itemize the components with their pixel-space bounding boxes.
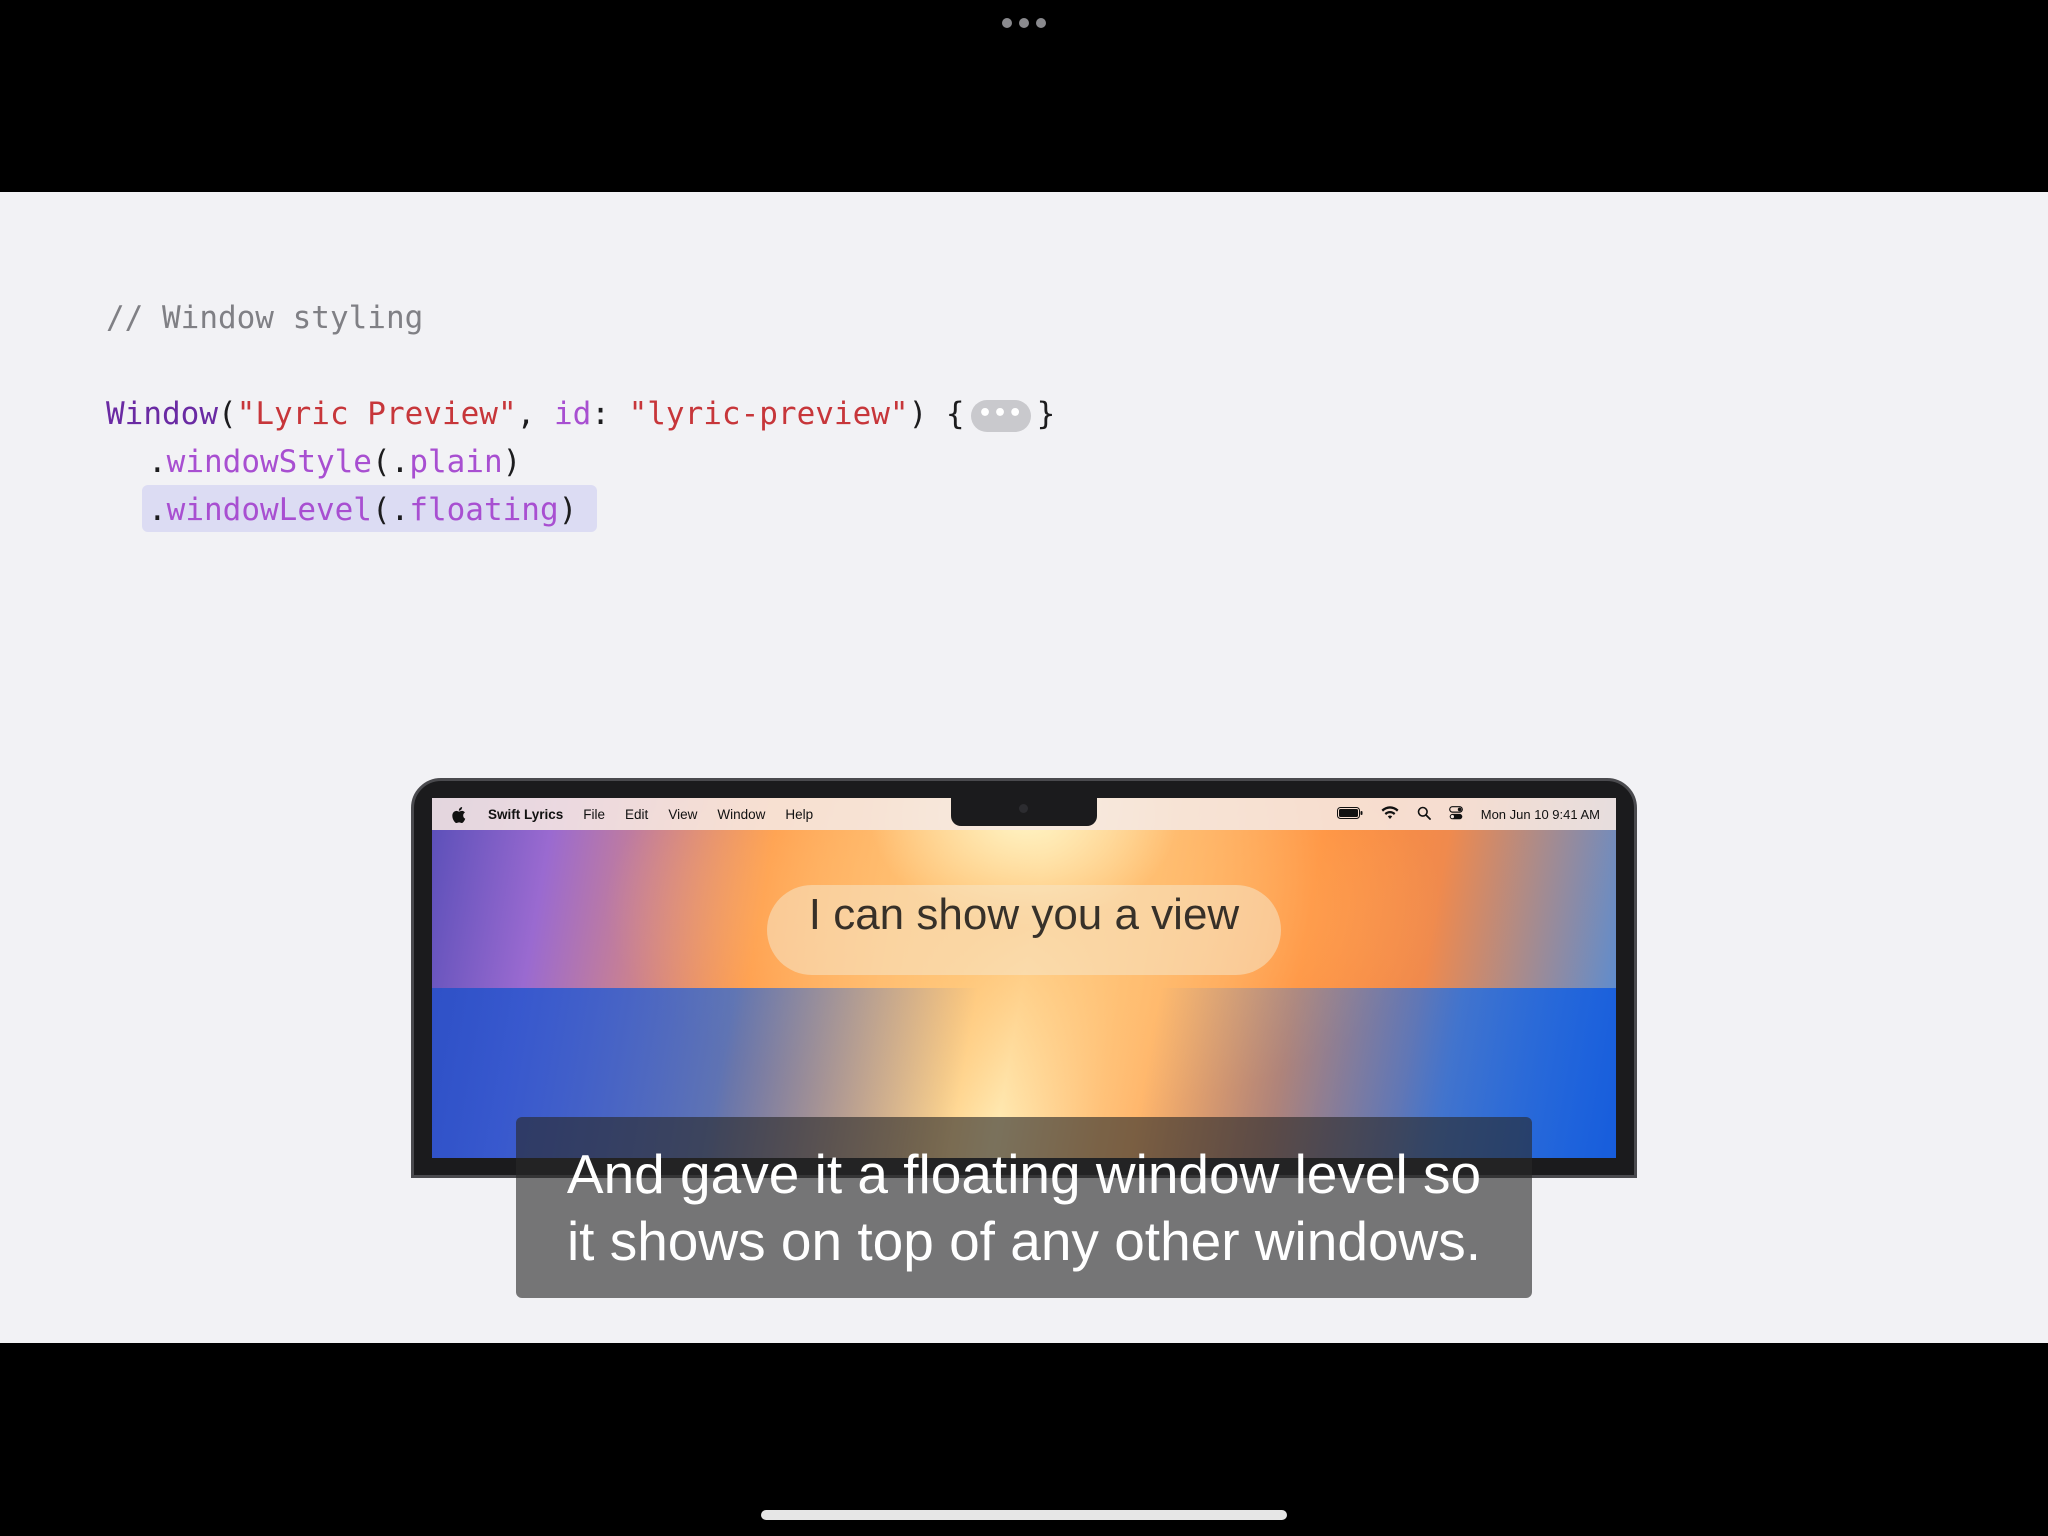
menu-view[interactable]: View [668,807,697,822]
code-method: windowLevel [166,492,372,528]
code-punct: (. [371,444,410,480]
caption-line-2: it shows on top of any other windows. [566,1210,1482,1272]
code-arg: plain [409,444,503,480]
menubar-status: Mon Jun 10 9:41 AM [1336,798,1600,830]
battery-icon[interactable] [1336,806,1363,822]
code-id-string: "lyric-preview" [628,396,909,432]
code-label: id [553,396,592,432]
wifi-icon[interactable] [1381,805,1399,823]
caption-line-1: And gave it a floating window level so [566,1143,1482,1205]
code-type: Window [106,396,218,432]
code-punct: ) [558,492,578,528]
code-punct: } [1036,396,1056,432]
menu-help[interactable]: Help [785,807,813,822]
menubar-clock[interactable]: Mon Jun 10 9:41 AM [1481,807,1600,822]
home-indicator[interactable] [761,1510,1287,1520]
code-method: windowStyle [166,444,372,480]
code-line-windowlevel: .windowLevel(.floating) [148,488,577,532]
mac-display: Swift Lyrics File Edit View Window Help [432,798,1616,1158]
code-punct: . [148,444,167,480]
menu-file[interactable]: File [583,807,605,822]
code-title-string: "Lyric Preview" [236,396,517,432]
control-center-icon[interactable] [1448,805,1463,823]
apple-icon[interactable] [452,807,466,823]
menu-window[interactable]: Window [717,807,765,822]
caption-box: And gave it a floating window level so i… [516,1117,1532,1298]
code-folded-ellipsis[interactable]: ••• [970,399,1031,432]
code-punct: ) { [908,396,965,432]
camera-notch [951,798,1097,826]
code-punct: (. [371,492,410,528]
code-punct: ( [217,396,237,432]
code-line-window: Window("Lyric Preview", id: "lyric-previ… [106,392,1055,436]
screen: // Window styling Window("Lyric Preview"… [0,0,2048,1536]
code-punct: ) [502,444,522,480]
code-punct: , [516,396,554,432]
lyric-text: I can show you a view [808,890,1240,939]
code-block: // Window styling Window("Lyric Preview"… [106,192,1055,528]
more-dots-icon[interactable] [1002,18,1046,30]
search-icon[interactable] [1417,806,1431,823]
code-arg: floating [409,492,559,528]
code-line-windowstyle: .windowStyle(.plain) [148,440,521,484]
camera-icon [1019,804,1028,813]
code-punct: . [148,492,167,528]
code-comment: // Window styling [106,300,424,336]
code-punct: : [591,396,629,432]
menu-edit[interactable]: Edit [625,807,648,822]
menu-app-name[interactable]: Swift Lyrics [488,807,563,822]
